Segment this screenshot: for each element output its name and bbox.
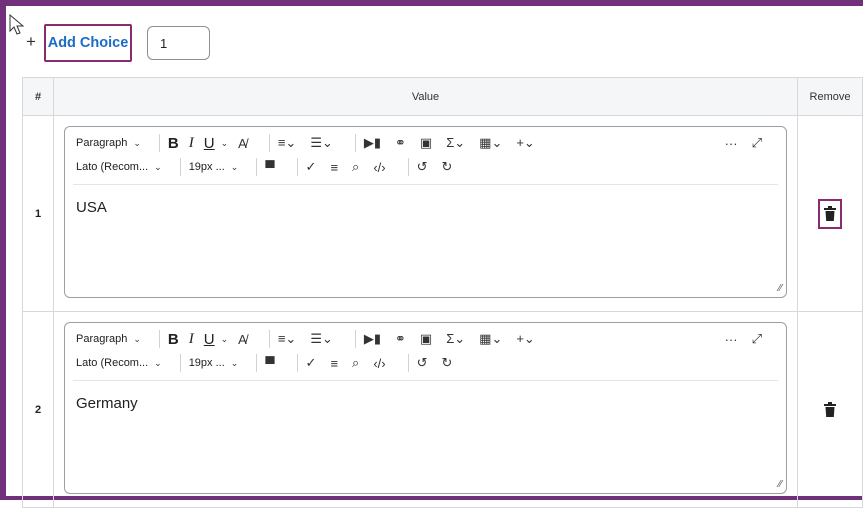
accessibility-check-icon[interactable]: ✓: [306, 355, 317, 371]
editor-content[interactable]: Germany: [76, 395, 138, 412]
word-count-icon[interactable]: ≡: [330, 160, 338, 175]
table-icon[interactable]: ▦⌄: [479, 331, 502, 347]
font-size-dropdown[interactable]: 19px ... ⌄: [189, 357, 239, 369]
font-family-dropdown[interactable]: Lato (Recom... ⌄: [76, 161, 162, 173]
font-size-dropdown[interactable]: 19px ... ⌄: [189, 161, 239, 173]
equation-icon[interactable]: Σ⌄: [446, 331, 465, 347]
source-code-icon[interactable]: ‹/›: [373, 356, 385, 371]
trash-icon: [824, 206, 836, 221]
choices-table: # Value Remove 1 Paragraph⌄ B I U⌄ A̸: [22, 77, 863, 508]
word-count-icon[interactable]: ≡: [330, 356, 338, 371]
insert-icon[interactable]: +⌄: [516, 331, 534, 347]
format-painter-icon[interactable]: ▀: [265, 356, 274, 371]
fullscreen-icon[interactable]: ⤢: [752, 135, 762, 151]
mouse-pointer-icon: [9, 14, 25, 35]
redo-icon[interactable]: ↻: [442, 355, 453, 371]
list-icon[interactable]: ☰⌄: [310, 331, 333, 347]
media-icon[interactable]: ▶▮: [364, 331, 381, 347]
text-color-icon[interactable]: A̸: [238, 332, 247, 347]
editor-toolbar-row-1: Paragraph ⌄ B I U ⌄ A̸ ≡⌄ ☰⌄ ▶▮ ⚭ ▣ Σ⌄ ▦…: [76, 133, 776, 153]
resize-handle-icon[interactable]: ⁄⁄: [779, 479, 782, 490]
more-options-icon[interactable]: ···: [725, 332, 738, 347]
bold-button[interactable]: B: [168, 331, 179, 348]
find-replace-icon[interactable]: ⌕: [352, 159, 359, 175]
italic-button[interactable]: I: [189, 331, 194, 348]
chevron-down-icon: ⌄: [133, 137, 141, 148]
find-replace-icon[interactable]: ⌕: [352, 355, 359, 371]
list-icon[interactable]: ☰⌄: [310, 135, 333, 151]
undo-icon[interactable]: ↺: [417, 159, 428, 175]
choice-count-input[interactable]: [147, 26, 210, 60]
chevron-down-icon: ⌄: [133, 333, 141, 344]
rich-text-editor[interactable]: Paragraph ⌄ B I U ⌄ A̸ ≡⌄ ☰⌄ ▶▮ ⚭ ▣ Σ⌄ ▦…: [64, 126, 787, 298]
remove-row-button[interactable]: [818, 395, 842, 425]
more-options-icon[interactable]: ···: [725, 136, 738, 151]
remove-cell: [797, 311, 863, 508]
column-header-value: Value: [53, 77, 798, 116]
image-icon[interactable]: ▣: [420, 135, 432, 151]
underline-button[interactable]: U ⌄: [204, 135, 228, 152]
table-row: 2 Paragraph ⌄ B I U ⌄ A̸ ≡⌄ ☰⌄ ▶▮ ⚭ ▣ Σ⌄…: [22, 311, 863, 508]
undo-icon[interactable]: ↺: [417, 355, 428, 371]
editor-toolbar-row-1: Paragraph ⌄ B I U ⌄ A̸ ≡⌄ ☰⌄ ▶▮ ⚭ ▣ Σ⌄ ▦…: [76, 329, 776, 349]
column-header-remove: Remove: [797, 77, 863, 116]
row-number: 2: [22, 311, 54, 508]
value-cell: Paragraph ⌄ B I U ⌄ A̸ ≡⌄ ☰⌄ ▶▮ ⚭ ▣ Σ⌄ ▦…: [53, 115, 798, 312]
bold-button[interactable]: B: [168, 135, 179, 152]
add-choice-button[interactable]: Add Choice: [44, 24, 132, 62]
row-number: 1: [22, 115, 54, 312]
fullscreen-icon[interactable]: ⤢: [752, 331, 762, 347]
text-color-icon[interactable]: A̸: [238, 136, 247, 151]
align-icon[interactable]: ≡⌄: [278, 331, 296, 347]
image-icon[interactable]: ▣: [420, 331, 432, 347]
rich-text-editor[interactable]: Paragraph ⌄ B I U ⌄ A̸ ≡⌄ ☰⌄ ▶▮ ⚭ ▣ Σ⌄ ▦…: [64, 322, 787, 494]
source-code-icon[interactable]: ‹/›: [373, 160, 385, 175]
remove-row-button[interactable]: [818, 198, 842, 229]
equation-icon[interactable]: Σ⌄: [446, 135, 465, 151]
insert-icon[interactable]: +⌄: [516, 135, 534, 151]
paragraph-style-dropdown[interactable]: Paragraph ⌄: [76, 137, 141, 149]
accessibility-check-icon[interactable]: ✓: [306, 159, 317, 175]
column-header-number: #: [22, 77, 54, 116]
redo-icon[interactable]: ↻: [442, 159, 453, 175]
link-icon[interactable]: ⚭: [395, 331, 406, 347]
table-icon[interactable]: ▦⌄: [479, 135, 502, 151]
align-icon[interactable]: ≡⌄: [278, 135, 296, 151]
editor-toolbar-row-2: Lato (Recom... ⌄ 19px ... ⌄ ▀ ✓ ≡ ⌕ ‹/› ↺: [76, 353, 776, 373]
paragraph-style-dropdown[interactable]: Paragraph ⌄: [76, 333, 141, 345]
editor-toolbar-row-2: Lato (Recom... ⌄ 19px ... ⌄ ▀ ✓ ≡ ⌕ ‹/› ↺: [76, 157, 776, 177]
font-family-dropdown[interactable]: Lato (Recom... ⌄: [76, 357, 162, 369]
italic-button[interactable]: I: [189, 135, 194, 152]
remove-cell: [797, 115, 863, 312]
media-icon[interactable]: ▶▮: [364, 135, 381, 151]
format-painter-icon[interactable]: ▀: [265, 160, 274, 175]
link-icon[interactable]: ⚭: [395, 135, 406, 151]
resize-handle-icon[interactable]: ⁄⁄: [779, 283, 782, 294]
trash-icon: [824, 402, 836, 417]
editor-content[interactable]: USA: [76, 199, 107, 216]
value-cell: Paragraph ⌄ B I U ⌄ A̸ ≡⌄ ☰⌄ ▶▮ ⚭ ▣ Σ⌄ ▦…: [53, 311, 798, 508]
plus-icon: +: [26, 32, 36, 51]
table-row: 1 Paragraph ⌄ B I U ⌄ A̸ ≡⌄ ☰⌄ ▶▮ ⚭ ▣ Σ⌄…: [22, 115, 863, 312]
underline-button[interactable]: U ⌄: [204, 331, 228, 348]
